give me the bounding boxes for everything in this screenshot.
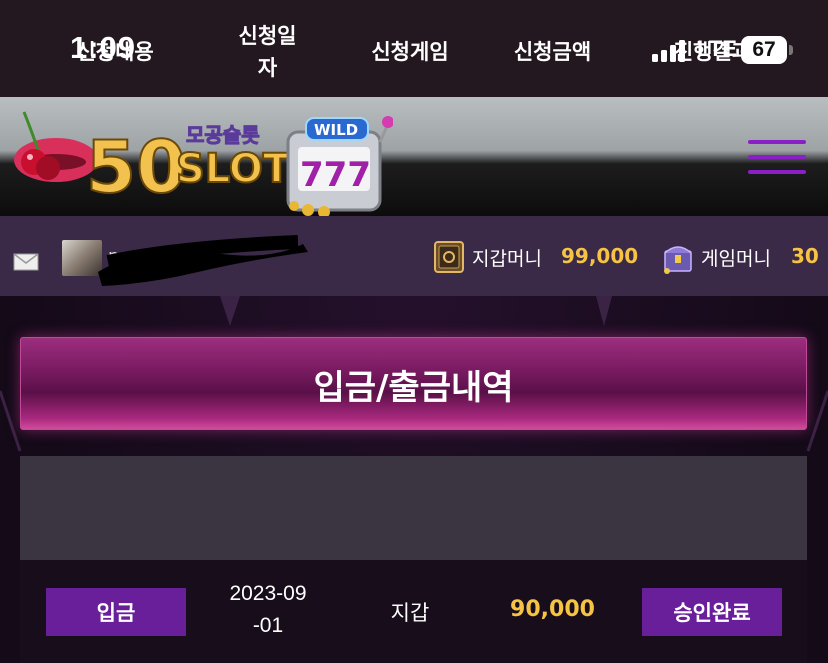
column-header-game: 신청게임 (371, 40, 449, 64)
table-header-row (20, 456, 807, 560)
request-type-badge: 입금 (46, 588, 186, 636)
hamburger-menu-icon[interactable] (748, 137, 808, 177)
treasure-chest-icon (664, 246, 692, 274)
site-logo[interactable]: 50 모공슬롯 SLOT 777 WILD (8, 102, 393, 217)
logo-korean-text: 모공슬롯 (186, 123, 260, 147)
game-money-label: 게임머니 (701, 248, 771, 270)
game-money-value: 30 (791, 244, 819, 268)
safe-icon (434, 241, 464, 273)
logo-word: SLOT (176, 146, 291, 192)
page-title: 입금/출금내역 (313, 368, 514, 408)
column-header-type: 신청내용 (76, 40, 154, 64)
mail-icon[interactable] (13, 253, 39, 271)
status-badge: 승인완료 (642, 588, 782, 636)
wallet-money-value: 99,000 (561, 244, 639, 268)
column-header-date: 신청일자 (238, 24, 297, 80)
column-header-amount: 신청금액 (513, 40, 592, 64)
logo-reels: 777 (300, 155, 371, 195)
redaction-scribble (98, 235, 308, 286)
logo-badge: WILD (314, 121, 358, 139)
logo-number: 50 (86, 125, 186, 209)
request-amount: 90,000 (510, 597, 595, 622)
column-header-status: 진행결과 (673, 40, 752, 64)
request-game: 지갑 (390, 601, 430, 625)
wallet-money-label: 지갑머니 (472, 248, 542, 270)
request-date: 2023-09-01 (229, 582, 307, 637)
